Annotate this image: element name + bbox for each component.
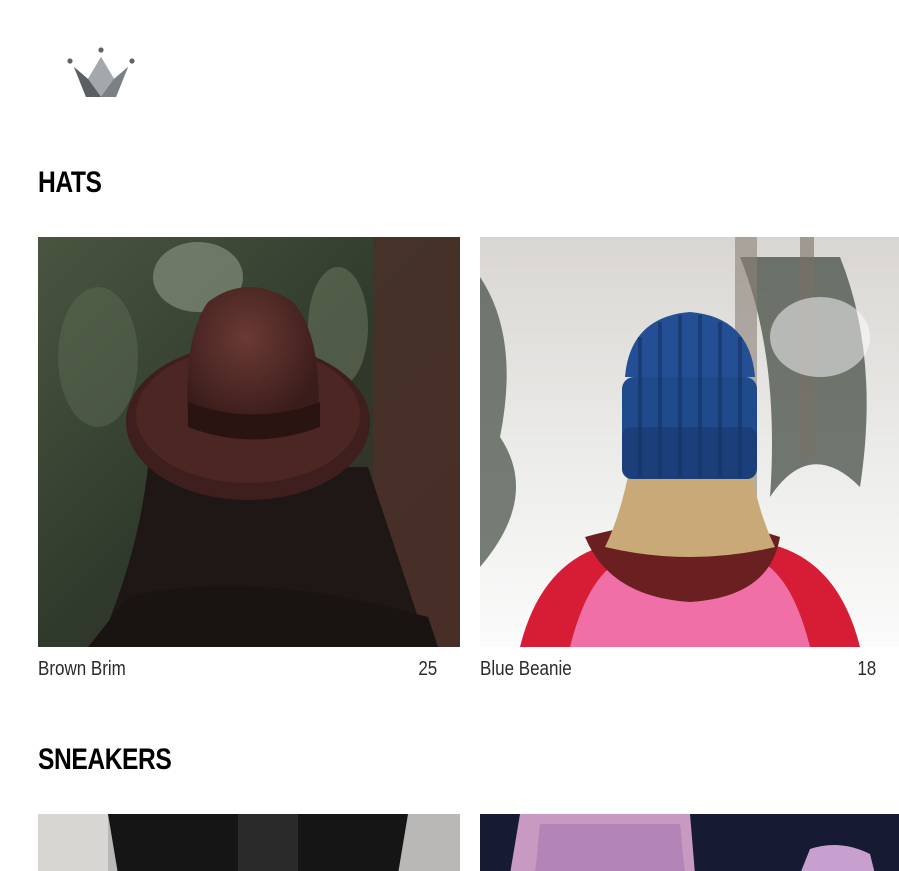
product-card-blue-beanie[interactable]: Blue Beanie 18	[480, 237, 899, 687]
product-image-sneaker-1[interactable]	[38, 814, 460, 871]
section-title-sneakers[interactable]: SNEAKERS	[38, 745, 172, 775]
product-name: Brown Brim	[38, 658, 126, 680]
shop-page: HATS Brown Brim 25 Blue Beanie 18 SNEAKE…	[0, 0, 899, 871]
product-card-brown-brim[interactable]: Brown Brim 25	[38, 237, 460, 687]
product-name: Blue Beanie	[480, 658, 572, 680]
product-price: 18	[857, 658, 876, 680]
product-image-blue-beanie[interactable]	[480, 237, 899, 647]
product-image-sneaker-2[interactable]	[480, 814, 899, 871]
section-title-hats[interactable]: HATS	[38, 168, 102, 198]
product-price: 25	[418, 658, 437, 680]
product-card-sneaker-1[interactable]	[38, 814, 460, 871]
product-card-sneaker-2[interactable]	[480, 814, 899, 871]
product-image-brown-brim[interactable]	[38, 237, 460, 647]
crown-icon[interactable]	[66, 45, 136, 101]
